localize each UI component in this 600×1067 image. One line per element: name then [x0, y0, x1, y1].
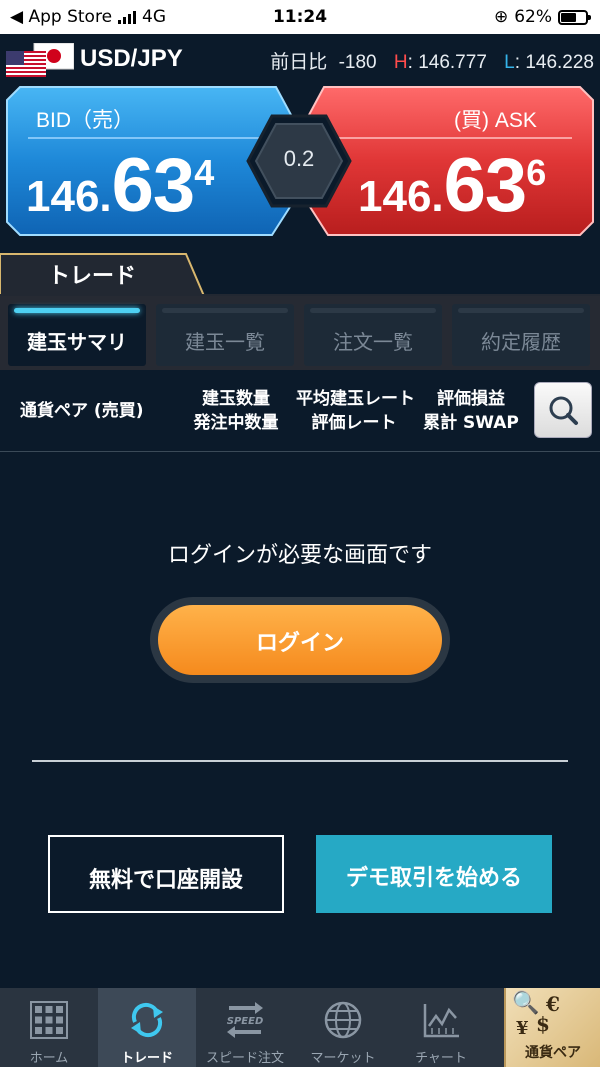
yen-icon: ¥: [516, 1018, 529, 1039]
ask-price-fraction: 6: [526, 152, 547, 193]
ask-price-pips: 63: [443, 143, 528, 228]
usd-jpy-flag-icon: [6, 43, 74, 77]
divider: [32, 760, 568, 762]
open-account-button[interactable]: 無料で口座開設: [48, 835, 284, 913]
bid-label: BID（売）: [36, 109, 135, 132]
ask-price: 146.636: [358, 142, 546, 229]
tab-indicator: [14, 308, 140, 313]
open-account-label: 無料で口座開設: [88, 868, 243, 893]
search-button[interactable]: [534, 382, 592, 438]
bid-price-major: 146.: [26, 172, 112, 221]
battery-percent: 62%: [514, 7, 552, 27]
col-position-qty: 建玉数量: [202, 389, 270, 409]
tab-indicator: [162, 308, 288, 313]
search-icon: [549, 396, 578, 425]
tab-label: 建玉一覧: [185, 330, 265, 354]
nav-label: トレード: [120, 1051, 173, 1066]
tab-label: 約定履歴: [481, 330, 561, 354]
trade-section-tab[interactable]: トレード: [0, 250, 600, 297]
tab-order-list[interactable]: 注文一覧: [304, 304, 442, 366]
demo-trade-label: デモ取引を始める: [345, 866, 522, 891]
tab-indicator: [458, 308, 584, 313]
low-value: 146.228: [525, 52, 594, 73]
col-rate: 平均建玉レート 評価レート: [296, 387, 415, 435]
svg-text:SPEED: SPEED: [227, 1016, 264, 1027]
pair-name: USD/JPY: [80, 45, 183, 72]
currency-pair-header[interactable]: USD/JPY 前日比 -180 H: 146.777 L: 146.228: [0, 34, 600, 84]
nav-speed-order[interactable]: SPEED スピード注文: [196, 988, 294, 1067]
chart-icon: [423, 1004, 459, 1038]
login-required-message: ログインが必要な画面です: [167, 543, 432, 568]
speed-arrows-icon: SPEED: [227, 1002, 264, 1038]
high-label: H: [393, 52, 408, 73]
high-value: 146.777: [418, 52, 487, 73]
change-label: 前日比: [270, 52, 328, 73]
refresh-arrows-icon: [131, 1002, 163, 1038]
spread-value: 0.2: [283, 146, 315, 171]
status-bar: ◀ App Store 4G 11:24 ⊕ 62%: [0, 0, 600, 34]
column-headers: 通貨ペア (売買) 建玉数量 発注中数量 平均建玉レート 評価レート 評価損益 …: [0, 370, 600, 452]
tab-label: 建玉サマリ: [27, 330, 127, 354]
col-cumulative-swap: 累計 SWAP: [423, 413, 519, 433]
tab-label: 注文一覧: [333, 330, 413, 354]
pair-stats: 前日比 -180 H: 146.777 L: 146.228: [270, 52, 594, 73]
nav-chart[interactable]: チャート: [392, 988, 490, 1067]
bottom-navigation: ホーム トレード SPEED スピード注文 マーケット チャート 🔍 € ¥ $…: [0, 988, 600, 1067]
trade-tab-label: トレード: [48, 264, 137, 289]
change-value: -180: [338, 52, 377, 73]
tab-execution-history[interactable]: 約定履歴: [452, 304, 590, 366]
battery-icon: [558, 9, 591, 25]
nav-home[interactable]: ホーム: [0, 988, 98, 1067]
col-quantity: 建玉数量 発注中数量: [184, 387, 288, 435]
col-currency-pair: 通貨ペア (売買): [20, 401, 144, 421]
ask-label: (買) ASK: [454, 109, 537, 132]
col-pending-qty: 発注中数量: [193, 413, 279, 433]
col-valuation-rate: 評価レート: [311, 413, 397, 433]
nav-label: ホーム: [29, 1051, 69, 1066]
content-area: ログインが必要な画面です ログイン 無料で口座開設 デモ取引を始める: [0, 453, 600, 988]
bid-price-fraction: 4: [194, 152, 215, 193]
nav-market[interactable]: マーケット: [294, 988, 392, 1067]
nav-trade[interactable]: トレード: [98, 988, 196, 1067]
demo-trade-button[interactable]: デモ取引を始める: [316, 835, 552, 913]
nav-label: スピード注文: [205, 1051, 284, 1066]
col-unrealized-pl: 評価損益: [437, 389, 505, 409]
col-average-rate: 平均建玉レート: [296, 389, 415, 409]
grid-icon: [30, 1001, 68, 1039]
nav-label: 通貨ペア: [525, 1045, 581, 1061]
login-button-label: ログイン: [255, 631, 344, 656]
rotation-lock-icon: ⊕: [493, 7, 509, 27]
ask-price-major: 146.: [358, 172, 444, 221]
dollar-icon: $: [536, 1012, 550, 1036]
col-profit-loss: 評価損益 累計 SWAP: [418, 387, 524, 435]
low-label: L: [504, 52, 515, 73]
tab-position-list[interactable]: 建玉一覧: [156, 304, 294, 366]
login-button[interactable]: ログイン: [158, 605, 442, 675]
tab-indicator: [310, 308, 436, 313]
bid-price: 146.634: [26, 142, 214, 229]
globe-icon: [324, 1001, 362, 1039]
nav-currency-pair[interactable]: 🔍 € ¥ $ 通貨ペア: [504, 988, 600, 1067]
trade-tabs: 建玉サマリ 建玉一覧 注文一覧 約定履歴: [0, 296, 600, 370]
nav-label: チャート: [415, 1051, 467, 1066]
login-button-frame: ログイン: [150, 597, 450, 683]
nav-label: マーケット: [310, 1051, 376, 1066]
bid-price-pips: 63: [111, 143, 196, 228]
spread-indicator: 0.2: [246, 114, 352, 208]
tab-position-summary[interactable]: 建玉サマリ: [8, 304, 146, 366]
